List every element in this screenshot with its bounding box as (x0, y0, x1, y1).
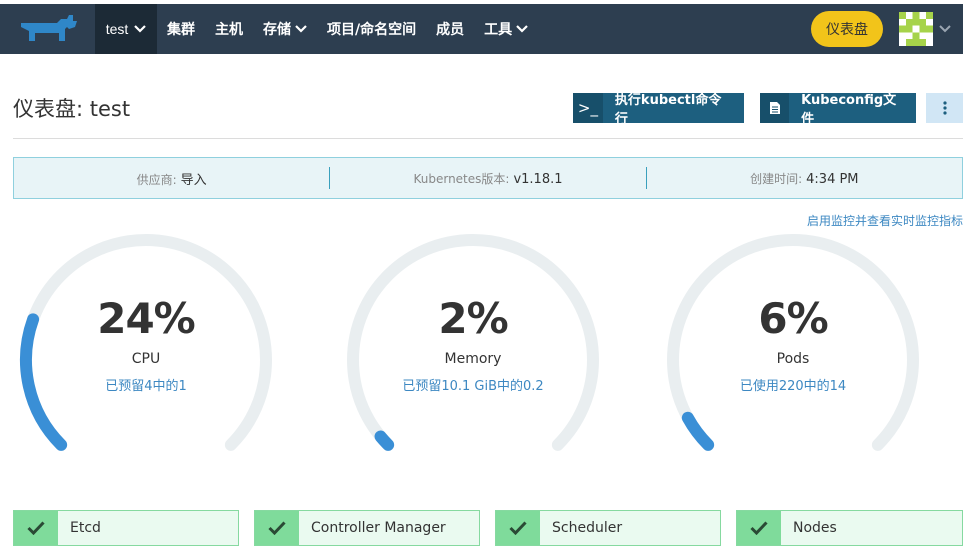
dashboard-button[interactable]: 仪表盘 (811, 11, 883, 47)
check-icon (496, 511, 540, 545)
memory-label: Memory (444, 351, 502, 367)
memory-gauge: 2% Memory 已预留10.1 GiB中的0.2 (340, 232, 606, 468)
more-vertical-icon (942, 101, 947, 115)
pods-gauge: 6% Pods 已使用220中的14 (660, 232, 926, 468)
cpu-reserved: 已预留4中的1 (105, 379, 187, 394)
nav-storage[interactable]: 存储 (253, 4, 317, 54)
check-icon (14, 511, 58, 545)
navbar: test 集群 主机 存储 项目/命名空间 成员 工具 仪表盘 (0, 4, 963, 54)
created-key: 创建时间: (750, 171, 803, 186)
status-label: Controller Manager (311, 520, 446, 536)
pods-used: 已使用220中的14 (739, 379, 847, 394)
nav-storage-label: 存储 (263, 22, 291, 38)
status-label: Nodes (793, 520, 837, 536)
enable-monitoring-link[interactable]: 启用监控并查看实时监控指标 (807, 212, 963, 229)
check-icon (255, 511, 299, 545)
cpu-gauge: 24% CPU 已预留4中的1 (13, 232, 279, 468)
memory-gauge-arc (347, 233, 599, 451)
cpu-gauge-arc (20, 233, 272, 451)
chevron-down-icon (295, 25, 307, 33)
nav-projects-label: 项目/命名空间 (327, 22, 417, 38)
kubectl-button[interactable]: >_ 执行kubectl命令行 (573, 93, 744, 127)
status-controller-manager: Controller Manager (254, 510, 480, 546)
rancher-logo[interactable] (0, 4, 95, 54)
nav-clusters-label: 集群 (167, 22, 195, 38)
pods-label: Pods (776, 351, 810, 367)
nav-clusters[interactable]: 集群 (157, 4, 205, 54)
nav-hosts[interactable]: 主机 (205, 4, 253, 54)
chevron-down-icon[interactable] (939, 24, 951, 34)
status-label: Etcd (70, 520, 101, 536)
status-scheduler: Scheduler (495, 510, 721, 546)
nav-projects[interactable]: 项目/命名空间 (317, 4, 426, 54)
cpu-label: CPU (131, 351, 161, 367)
page-title: 仪表盘: test (13, 97, 131, 121)
more-actions-button[interactable] (926, 93, 963, 123)
status-nodes: Nodes (736, 510, 963, 546)
memory-percent: 2% (438, 294, 508, 343)
nav-members[interactable]: 成员 (426, 4, 474, 54)
cluster-name: test (105, 21, 129, 37)
chevron-down-icon (134, 25, 147, 33)
cluster-info-banner: 供应商: 导入 Kubernetes版本: v1.18.1 创建时间: 4:34 PM (13, 157, 963, 199)
pods-percent: 6% (758, 294, 828, 343)
nav-tools-label: 工具 (484, 22, 513, 38)
file-icon (760, 93, 790, 123)
top-bar: test 集群 主机 存储 项目/命名空间 成员 工具 仪表盘 (0, 0, 967, 56)
provider-key: 供应商: (136, 172, 177, 187)
kubectl-button-label: 执行kubectl命令行 (614, 93, 722, 127)
check-icon (737, 511, 781, 545)
k8s-version-value: v1.18.1 (513, 171, 563, 187)
gauge-fill (681, 411, 715, 451)
kubeconfig-button[interactable]: Kubeconfig文件 (760, 93, 916, 127)
status-etcd: Etcd (13, 510, 239, 546)
nav-tools[interactable]: 工具 (474, 4, 538, 54)
k8s-version-info: Kubernetes版本: v1.18.1 (330, 170, 645, 187)
k8s-version-key: Kubernetes版本: (413, 171, 510, 186)
provider-value: 导入 (180, 172, 207, 188)
created-value: 4:34 PM (806, 171, 859, 187)
terminal-icon: >_ (573, 93, 603, 123)
kubeconfig-button-label: Kubeconfig文件 (801, 93, 897, 127)
avatar[interactable] (899, 12, 933, 46)
cluster-selector[interactable]: test (95, 4, 157, 54)
provider-info: 供应商: 导入 (14, 169, 329, 188)
divider (13, 138, 963, 139)
pods-gauge-arc (667, 233, 919, 451)
memory-reserved: 已预留10.1 GiB中的0.2 (402, 379, 544, 394)
status-label: Scheduler (552, 520, 623, 536)
nav-hosts-label: 主机 (215, 22, 243, 38)
cpu-percent: 24% (97, 294, 196, 343)
gauge-fill (374, 430, 395, 451)
chevron-down-icon (516, 25, 528, 33)
nav-members-label: 成员 (436, 22, 465, 38)
created-info: 创建时间: 4:34 PM (647, 170, 962, 187)
